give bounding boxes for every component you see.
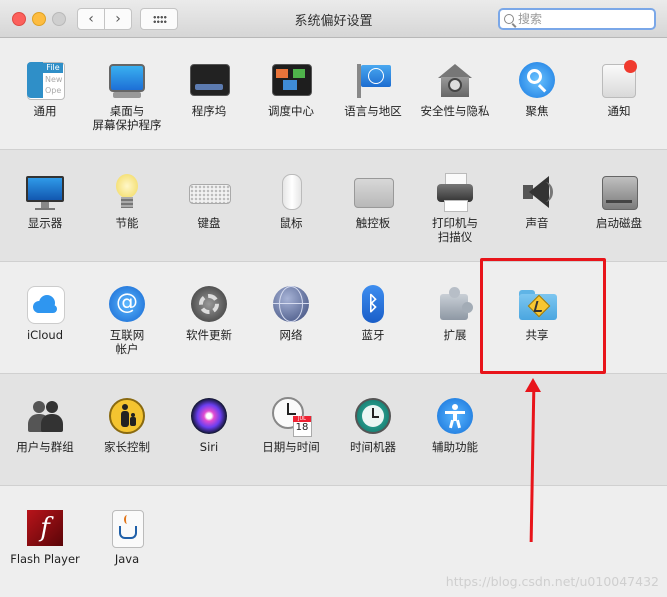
language-region-icon xyxy=(353,60,393,100)
pane-label: 日期与时间 xyxy=(262,440,320,454)
extensions-icon xyxy=(435,284,475,324)
java-icon xyxy=(107,508,147,548)
pane-label: 辅助功能 xyxy=(432,440,478,454)
pane-label: 蓝牙 xyxy=(361,328,385,342)
security-privacy-icon xyxy=(435,60,475,100)
spotlight-icon xyxy=(517,60,557,100)
pane-label: 节能 xyxy=(115,216,139,230)
pane-label: 通知 xyxy=(607,104,631,118)
search-input[interactable] xyxy=(518,10,648,28)
pane-label: 网络 xyxy=(279,328,303,342)
pane-label: 桌面与 屏幕保护程序 xyxy=(92,104,162,132)
startup-disk-icon xyxy=(599,172,639,212)
pane-date-time[interactable]: JUL 18 日期与时间 xyxy=(250,396,332,454)
pane-dock[interactable]: 程序坞 xyxy=(168,60,250,118)
pane-label: 鼠标 xyxy=(279,216,303,230)
time-machine-icon xyxy=(353,396,393,436)
pane-label: 显示器 xyxy=(27,216,63,230)
pane-label: 通用 xyxy=(33,104,57,118)
pane-label: 软件更新 xyxy=(186,328,232,342)
pane-section-system: 用户与群组 家长控制 Siri JUL 18 日期与时间 时间机器 辅助功能 xyxy=(0,374,667,486)
pane-label: 声音 xyxy=(525,216,549,230)
pane-security-privacy[interactable]: 安全性与隐私 xyxy=(414,60,496,118)
pane-icloud[interactable]: iCloud xyxy=(4,284,86,342)
flash-player-icon: f xyxy=(25,508,65,548)
search-icon xyxy=(504,14,514,24)
title-bar: ‹ › 系统偏好设置 xyxy=(0,0,667,38)
keyboard-icon xyxy=(189,172,231,212)
internet-accounts-icon: @ xyxy=(107,284,147,324)
pane-displays[interactable]: 显示器 xyxy=(4,172,86,230)
dock-icon xyxy=(189,60,230,100)
desktop-screensaver-icon xyxy=(107,60,147,100)
pane-label: 互联网 帐户 xyxy=(109,328,145,356)
date-time-icon: JUL 18 xyxy=(271,396,312,437)
pane-sound[interactable]: 声音 xyxy=(496,172,578,230)
pane-trackpad[interactable]: 触控板 xyxy=(332,172,414,230)
pane-network[interactable]: 网络 xyxy=(250,284,332,342)
pane-label: 调度中心 xyxy=(268,104,314,118)
pane-section-personal: File New Ope 通用 桌面与 屏幕保护程序 程序坞 调度中心 语言与地… xyxy=(0,38,667,150)
search-field[interactable] xyxy=(498,8,656,30)
pane-label: 触控板 xyxy=(355,216,391,230)
siri-icon xyxy=(189,396,229,436)
mouse-icon xyxy=(271,172,311,212)
pane-bluetooth[interactable]: ᛒ 蓝牙 xyxy=(332,284,414,342)
pane-label: 语言与地区 xyxy=(344,104,402,118)
pane-mouse[interactable]: 鼠标 xyxy=(250,172,332,230)
pane-label: 键盘 xyxy=(197,216,221,230)
pane-label: Java xyxy=(114,552,140,566)
pane-spotlight[interactable]: 聚焦 xyxy=(496,60,578,118)
pane-parental-controls[interactable]: 家长控制 xyxy=(86,396,168,454)
pane-label: 家长控制 xyxy=(104,440,150,454)
highlight-box xyxy=(480,258,606,374)
general-icon: File New Ope xyxy=(25,60,65,100)
pane-siri[interactable]: Siri xyxy=(168,396,250,454)
pane-label: Siri xyxy=(199,440,219,454)
notifications-icon xyxy=(599,60,639,100)
pane-mission-control[interactable]: 调度中心 xyxy=(250,60,332,118)
pane-internet-accounts[interactable]: @ 互联网 帐户 xyxy=(86,284,168,356)
pane-general[interactable]: File New Ope 通用 xyxy=(4,60,86,118)
pane-label: 程序坞 xyxy=(191,104,227,118)
network-icon xyxy=(271,284,311,324)
mission-control-icon xyxy=(271,60,312,100)
parental-controls-icon xyxy=(107,396,147,436)
pane-users-groups[interactable]: 用户与群组 xyxy=(4,396,86,454)
pane-label: 用户与群组 xyxy=(16,440,74,454)
pane-software-update[interactable]: 软件更新 xyxy=(168,284,250,342)
pane-keyboard[interactable]: 键盘 xyxy=(168,172,250,230)
pane-label: Flash Player xyxy=(10,552,80,566)
pane-section-hardware: 显示器 节能 键盘 鼠标 触控板 打印机与 扫描仪 声音 启动磁盘 xyxy=(0,150,667,262)
sound-icon xyxy=(517,172,557,212)
accessibility-icon xyxy=(435,396,475,436)
pane-language-region[interactable]: 语言与地区 xyxy=(332,60,414,118)
pane-label: 聚焦 xyxy=(525,104,549,118)
pane-flash-player[interactable]: f Flash Player xyxy=(4,508,86,566)
pane-label: 时间机器 xyxy=(350,440,396,454)
pane-label: 启动磁盘 xyxy=(596,216,642,230)
pane-accessibility[interactable]: 辅助功能 xyxy=(414,396,496,454)
pane-desktop-screensaver[interactable]: 桌面与 屏幕保护程序 xyxy=(86,60,168,132)
pane-label: iCloud xyxy=(26,328,64,342)
users-groups-icon xyxy=(25,396,65,436)
pane-startup-disk[interactable]: 启动磁盘 xyxy=(578,172,660,230)
software-update-icon xyxy=(189,284,229,324)
pane-label: 打印机与 扫描仪 xyxy=(432,216,478,244)
printers-scanners-icon xyxy=(435,172,475,212)
watermark: https://blog.csdn.net/u010047432 xyxy=(445,574,659,589)
pane-energy-saver[interactable]: 节能 xyxy=(86,172,168,230)
icloud-icon xyxy=(25,284,65,324)
displays-icon xyxy=(25,172,65,212)
pane-printers-scanners[interactable]: 打印机与 扫描仪 xyxy=(414,172,496,244)
pane-java[interactable]: Java xyxy=(86,508,168,566)
pane-label: 安全性与隐私 xyxy=(420,104,490,118)
pane-time-machine[interactable]: 时间机器 xyxy=(332,396,414,454)
energy-saver-icon xyxy=(107,172,147,212)
pane-notifications[interactable]: 通知 xyxy=(578,60,660,118)
trackpad-icon xyxy=(353,172,394,212)
bluetooth-icon: ᛒ xyxy=(353,284,393,324)
